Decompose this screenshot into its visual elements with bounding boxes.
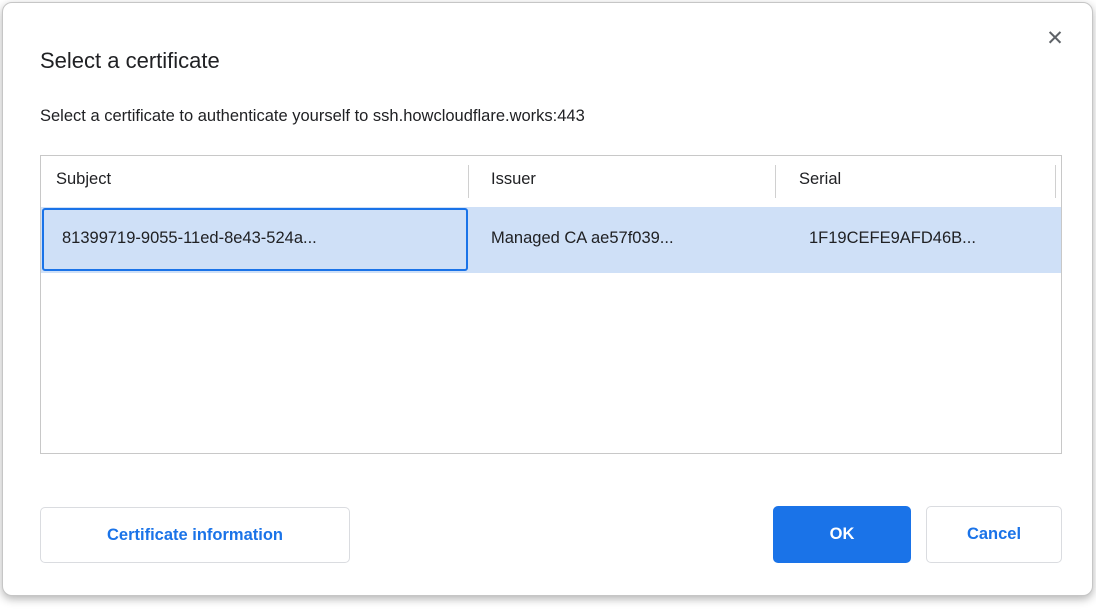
dialog-title: Select a certificate bbox=[40, 48, 220, 74]
certificate-table: Subject Issuer Serial 81399719-9055-11ed… bbox=[40, 155, 1062, 454]
cell-subject: 81399719-9055-11ed-8e43-524a... bbox=[62, 229, 317, 248]
table-header: Subject Issuer Serial bbox=[41, 156, 1061, 207]
ok-button[interactable]: OK bbox=[773, 506, 911, 563]
cell-serial: 1F19CEFE9AFD46B... bbox=[809, 229, 976, 248]
certificate-information-button[interactable]: Certificate information bbox=[40, 507, 350, 563]
column-header-serial: Serial bbox=[799, 170, 841, 189]
column-divider bbox=[1055, 165, 1056, 198]
close-icon[interactable]: ✕ bbox=[1040, 23, 1070, 53]
column-header-subject: Subject bbox=[56, 170, 111, 189]
certificate-select-dialog: ✕ Select a certificate Select a certific… bbox=[2, 2, 1093, 596]
cancel-button[interactable]: Cancel bbox=[926, 506, 1062, 563]
column-divider bbox=[468, 165, 469, 198]
column-divider bbox=[775, 165, 776, 198]
column-header-issuer: Issuer bbox=[491, 170, 536, 189]
dialog-subtitle: Select a certificate to authenticate you… bbox=[40, 107, 585, 126]
certificate-row-selected[interactable]: 81399719-9055-11ed-8e43-524a... Managed … bbox=[41, 207, 1061, 273]
cell-issuer: Managed CA ae57f039... bbox=[491, 229, 674, 248]
